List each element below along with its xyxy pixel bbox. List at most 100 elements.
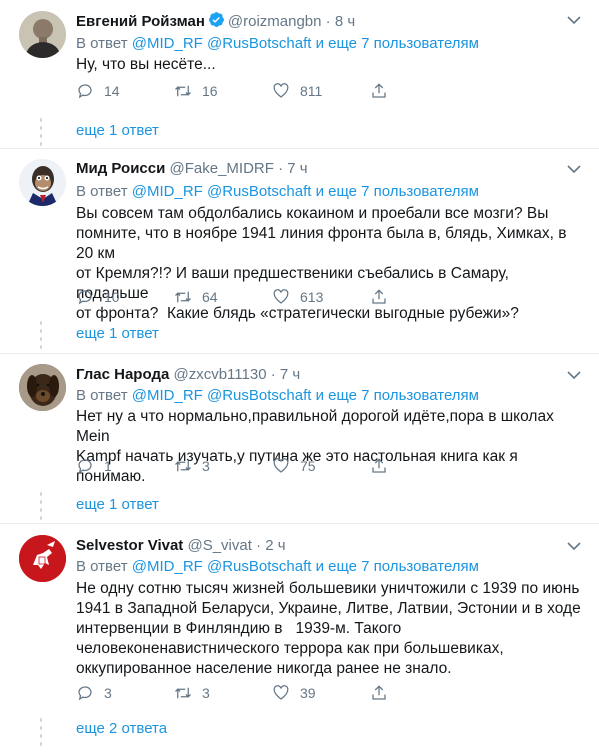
reply-prefix: В ответ bbox=[76, 35, 128, 52]
retweet-icon bbox=[175, 460, 191, 472]
tweet-1[interactable]: Евгений Ройзман @roizmangbn · 8 ч В ответ… bbox=[0, 0, 599, 150]
mention-link[interactable]: @RusBotschaft bbox=[207, 183, 311, 200]
heart-icon bbox=[273, 289, 289, 304]
retweet-button[interactable]: 16 bbox=[174, 82, 218, 100]
show-more-replies-link[interactable]: еще 2 ответа bbox=[76, 720, 167, 737]
share-button[interactable] bbox=[370, 457, 398, 475]
avatar-caricature-icon bbox=[19, 159, 66, 206]
share-button[interactable] bbox=[370, 684, 398, 702]
like-button[interactable]: 613 bbox=[272, 288, 323, 306]
chevron-down-icon[interactable] bbox=[567, 164, 581, 174]
author-name[interactable]: Евгений Ройзман bbox=[76, 13, 205, 30]
reply-icon bbox=[78, 290, 92, 305]
retweet-icon bbox=[175, 687, 191, 699]
author-handle[interactable]: @roizmangbn bbox=[228, 13, 322, 30]
thread-line bbox=[39, 492, 43, 524]
avatar-pahonia-icon bbox=[19, 535, 66, 582]
retweet-count: 64 bbox=[202, 289, 218, 305]
reply-count: 10 bbox=[104, 289, 120, 305]
reply-context: В ответ @MID_RF @RusBotschaft и еще 7 по… bbox=[76, 387, 479, 405]
show-more-replies-link[interactable]: еще 1 ответ bbox=[76, 122, 159, 139]
reply-button[interactable]: 1 bbox=[76, 457, 112, 475]
author-name[interactable]: Selvestor Vivat bbox=[76, 537, 183, 554]
avatar-photo-icon bbox=[19, 11, 66, 58]
reply-count: 1 bbox=[104, 458, 112, 474]
heart-icon bbox=[273, 458, 289, 473]
retweet-count: 16 bbox=[202, 83, 218, 99]
share-button[interactable] bbox=[370, 288, 398, 306]
avatar-dog-icon bbox=[19, 364, 66, 411]
author-handle[interactable]: @S_vivat bbox=[187, 537, 251, 554]
like-count: 39 bbox=[300, 685, 316, 701]
tweet-time[interactable]: · 7 ч bbox=[278, 160, 308, 177]
author-handle[interactable]: @Fake_MIDRF bbox=[170, 160, 274, 177]
share-icon bbox=[372, 289, 386, 304]
thread-line bbox=[39, 321, 43, 353]
reply-icon bbox=[78, 459, 92, 474]
retweet-count: 3 bbox=[202, 458, 210, 474]
tweet-time[interactable]: · 2 ч bbox=[256, 537, 286, 554]
reply-icon bbox=[78, 84, 92, 99]
chevron-down-icon[interactable] bbox=[567, 370, 581, 380]
chevron-down-icon[interactable] bbox=[567, 541, 581, 551]
show-more-replies-link[interactable]: еще 1 ответ bbox=[76, 325, 159, 342]
like-count: 613 bbox=[300, 289, 324, 305]
share-icon bbox=[372, 458, 386, 473]
thread-line bbox=[39, 118, 43, 150]
like-button[interactable]: 39 bbox=[272, 684, 316, 702]
reply-context: В ответ @MID_RF @RusBotschaft и еще 7 по… bbox=[76, 35, 479, 53]
like-count: 75 bbox=[300, 458, 316, 474]
tweet-actions: 14 16 811 bbox=[76, 82, 406, 102]
tweet-text: Ну, что вы несёте... bbox=[76, 56, 216, 73]
reply-button[interactable]: 10 bbox=[76, 288, 120, 306]
chevron-down-icon[interactable] bbox=[567, 15, 581, 25]
mention-link[interactable]: @RusBotschaft bbox=[207, 387, 311, 404]
share-icon bbox=[372, 83, 386, 98]
reply-context: В ответ @MID_RF @RusBotschaft и еще 7 по… bbox=[76, 558, 479, 576]
mention-link[interactable]: @MID_RF bbox=[132, 558, 203, 575]
tweet-time[interactable]: · 7 ч bbox=[271, 366, 301, 383]
like-button[interactable]: 75 bbox=[272, 457, 316, 475]
heart-icon bbox=[273, 83, 289, 98]
reply-count: 14 bbox=[104, 83, 120, 99]
others-link[interactable]: и еще 7 пользователям bbox=[316, 183, 479, 200]
retweet-button[interactable]: 3 bbox=[174, 684, 210, 702]
reply-context: В ответ @MID_RF @RusBotschaft и еще 7 по… bbox=[76, 183, 479, 201]
others-link[interactable]: и еще 7 пользователям bbox=[316, 558, 479, 575]
avatar[interactable] bbox=[19, 364, 66, 411]
tweet-3[interactable]: Глас Народа @zxcvb11130 · 7 ч В ответ @M… bbox=[0, 354, 599, 524]
others-link[interactable]: и еще 7 пользователям bbox=[316, 35, 479, 52]
retweet-button[interactable]: 3 bbox=[174, 457, 210, 475]
author-handle[interactable]: @zxcvb11130 bbox=[173, 366, 266, 383]
reply-count: 3 bbox=[104, 685, 112, 701]
retweet-icon bbox=[175, 85, 191, 97]
tweet-text: Не одну сотню тысяч жизней большевики ун… bbox=[76, 580, 581, 677]
avatar[interactable] bbox=[19, 11, 66, 58]
avatar[interactable] bbox=[19, 535, 66, 582]
mention-link[interactable]: @RusBotschaft bbox=[207, 35, 311, 52]
tweet-2[interactable]: Мид Роисси @Fake_MIDRF · 7 ч В ответ @MI… bbox=[0, 149, 599, 353]
tweet-actions: 10 64 613 bbox=[76, 288, 406, 308]
reply-button[interactable]: 14 bbox=[76, 82, 120, 100]
tweet-actions: 1 3 75 bbox=[76, 457, 406, 477]
like-button[interactable]: 811 bbox=[272, 82, 322, 100]
retweet-button[interactable]: 64 bbox=[174, 288, 218, 306]
avatar[interactable] bbox=[19, 159, 66, 206]
reply-prefix: В ответ bbox=[76, 558, 128, 575]
heart-icon bbox=[273, 685, 289, 700]
mention-link[interactable]: @MID_RF bbox=[132, 35, 203, 52]
author-name[interactable]: Мид Роисси bbox=[76, 160, 165, 177]
reply-button[interactable]: 3 bbox=[76, 684, 112, 702]
reply-prefix: В ответ bbox=[76, 387, 128, 404]
reply-prefix: В ответ bbox=[76, 183, 128, 200]
mention-link[interactable]: @MID_RF bbox=[132, 183, 203, 200]
retweet-icon bbox=[175, 291, 191, 303]
share-button[interactable] bbox=[370, 82, 398, 100]
others-link[interactable]: и еще 7 пользователям bbox=[316, 387, 479, 404]
tweet-4[interactable]: Selvestor Vivat @S_vivat · 2 ч В ответ @… bbox=[0, 524, 599, 753]
tweet-time[interactable]: · 8 ч bbox=[326, 13, 356, 30]
mention-link[interactable]: @MID_RF bbox=[132, 387, 203, 404]
show-more-replies-link[interactable]: еще 1 ответ bbox=[76, 496, 159, 513]
author-name[interactable]: Глас Народа bbox=[76, 366, 169, 383]
mention-link[interactable]: @RusBotschaft bbox=[207, 558, 311, 575]
